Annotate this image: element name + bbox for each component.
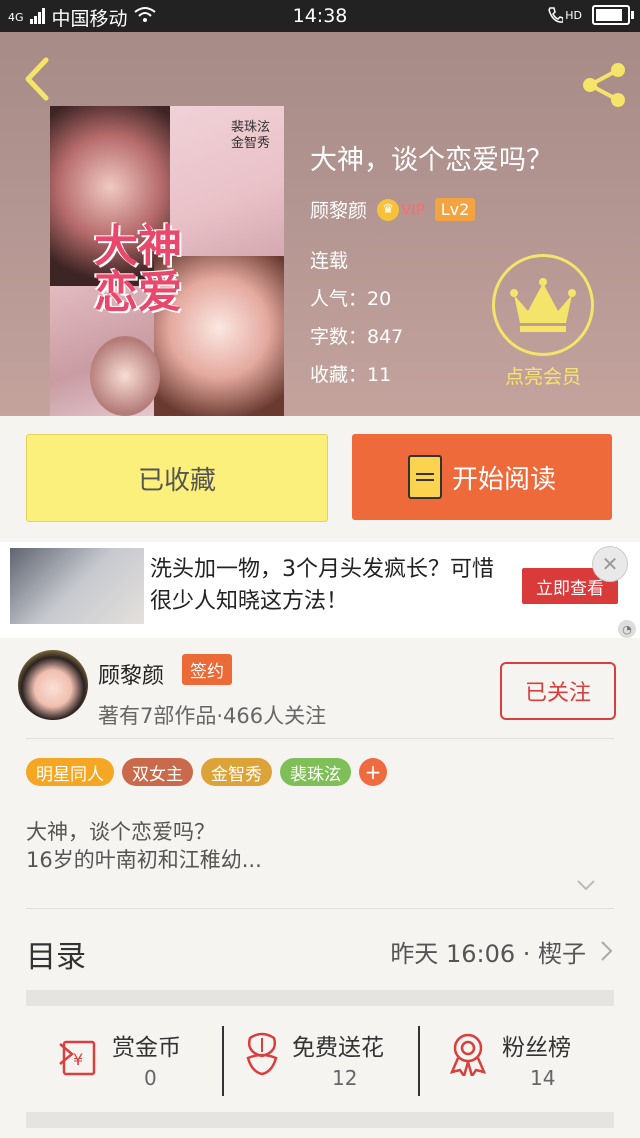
book-favorites: 收藏：11 [310, 364, 392, 386]
ad-banner[interactable]: 洗头加一物，3个月头发疯长？可惜很少人知晓这方法！ 立即查看 ✕ ◔ [0, 542, 640, 638]
hd-label: HD [565, 8, 582, 22]
crown-icon: ♛ [377, 198, 400, 221]
divider [26, 738, 614, 739]
signed-badge: 签约 [182, 654, 232, 685]
description-line: 大神，谈个恋爱吗？ [26, 820, 215, 844]
status-bar: 4G 中国移动 14:38 HD [0, 0, 640, 32]
book-icon [407, 455, 442, 499]
toc-latest-update: 昨天 16:06 · 楔子 [390, 940, 586, 968]
chevron-left-icon [25, 57, 49, 101]
svg-text:¥: ¥ [73, 1050, 83, 1069]
toc-label: 目录 [26, 940, 86, 975]
book-header: 裴珠泫 金智秀 大神恋爱 大神，谈个恋爱吗？ 顾黎颜 ♛ VIP Lv2 连载 … [0, 32, 640, 416]
book-popularity: 人气：20 [310, 288, 392, 310]
ad-thumbnail [10, 548, 144, 624]
section-spacer [26, 990, 614, 1006]
ad-text: 洗头加一物，3个月头发疯长？可惜很少人知晓这方法！ [150, 557, 494, 614]
support-bar: ¥ 赏金币 0 免费送花 12 粉丝榜 14 [26, 1018, 614, 1098]
start-reading-button[interactable]: 开始阅读 [352, 434, 612, 520]
fan-ranking-label: 粉丝榜 [502, 1035, 571, 1061]
description-line: 16岁的叶南初和江稚幼... [26, 848, 262, 872]
tag-item[interactable]: 明星同人 [26, 758, 114, 786]
table-of-contents-row[interactable]: 目录 昨天 16:06 · 楔子 [26, 910, 614, 990]
reward-coin-icon: ¥ [59, 1040, 96, 1076]
favorited-button[interactable]: 已收藏 [26, 434, 328, 522]
send-flower-label: 免费送花 [292, 1035, 384, 1061]
flower-icon [246, 1032, 278, 1076]
author-works: 著有7部作品·466人关注 [98, 704, 327, 728]
action-bar: 已收藏 开始阅读 [0, 416, 640, 538]
author-row: 顾黎颜 ♛ VIP Lv2 [310, 196, 476, 223]
member-button[interactable]: 点亮会员 [488, 254, 598, 389]
hd-call-icon: HD [547, 6, 582, 24]
share-button[interactable] [580, 60, 630, 110]
medal-icon [449, 1033, 487, 1076]
vip-badge: ♛ VIP [377, 198, 425, 221]
tag-item[interactable]: 金智秀 [201, 758, 272, 786]
share-icon [583, 63, 625, 107]
book-status: 连载 [310, 250, 349, 272]
tag-list: 明星同人 双女主 金智秀 裴珠泫 + [26, 758, 387, 786]
reward-coins-value: 0 [144, 1066, 157, 1090]
book-title: 大神，谈个恋爱吗？ [310, 145, 553, 176]
book-word-count: 字数：847 [310, 326, 404, 348]
book-cover[interactable]: 裴珠泫 金智秀 大神恋爱 [50, 106, 284, 416]
member-label: 点亮会员 [504, 366, 581, 388]
section-spacer [26, 1112, 614, 1128]
crown-icon [510, 278, 576, 332]
more-tags-button[interactable]: + [359, 758, 387, 786]
status-time: 14:38 [292, 5, 348, 27]
reward-coins-label: 赏金币 [112, 1035, 181, 1061]
cover-title: 大神恋爱 [94, 221, 182, 318]
battery-icon [592, 5, 634, 25]
expand-chevron-icon[interactable] [576, 878, 596, 892]
fan-ranking-value: 14 [530, 1066, 556, 1090]
close-icon[interactable]: ✕ [592, 546, 628, 582]
status-right: HD [547, 5, 634, 25]
follow-button[interactable]: 已关注 [500, 662, 616, 720]
cover-names: 裴珠泫 金智秀 [230, 120, 270, 151]
level-badge: Lv2 [434, 198, 476, 221]
book-author[interactable]: 顾黎颜 [310, 196, 367, 223]
back-button[interactable] [18, 54, 58, 104]
tag-item[interactable]: 双女主 [122, 758, 193, 786]
reward-coins-button[interactable]: ¥ 赏金币 0 [26, 1018, 222, 1098]
send-flower-value: 12 [332, 1066, 358, 1090]
author-name[interactable]: 顾黎颜 [98, 658, 164, 690]
chevron-right-icon [601, 941, 613, 961]
start-reading-label: 开始阅读 [451, 464, 556, 495]
tag-item[interactable]: 裴珠泫 [280, 758, 351, 786]
book-details: 顾黎颜 签约 著有7部作品·466人关注 已关注 明星同人 双女主 金智秀 裴珠… [0, 638, 640, 1138]
author-avatar[interactable] [18, 650, 88, 720]
ad-info-icon[interactable]: ◔ [618, 620, 636, 638]
fan-ranking-button[interactable]: 粉丝榜 14 [418, 1018, 614, 1098]
book-description[interactable]: 大神，谈个恋爱吗？ 16岁的叶南初和江稚幼... [26, 818, 262, 874]
send-flower-button[interactable]: 免费送花 12 [222, 1018, 418, 1098]
divider [26, 908, 614, 909]
